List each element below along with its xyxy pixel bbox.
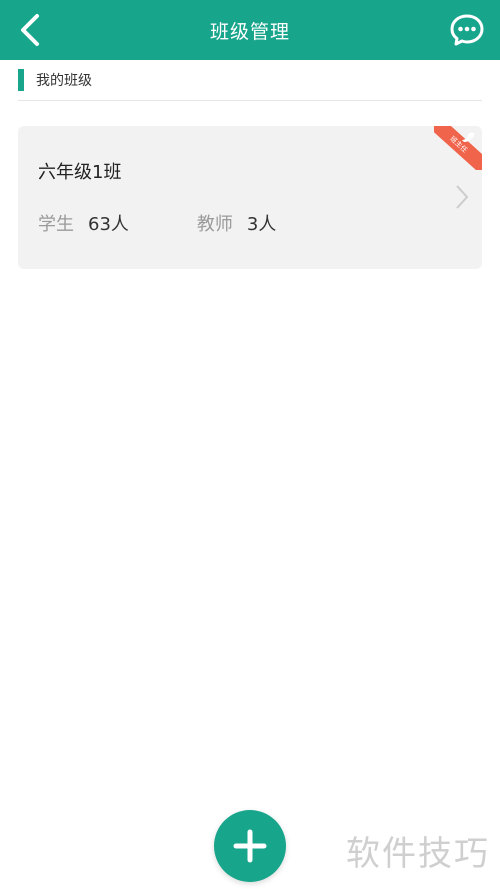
add-class-button[interactable] <box>214 810 286 882</box>
class-stats: 学生 63人 教师 3人 <box>38 210 276 236</box>
role-ribbon: 班主任 <box>434 126 482 170</box>
plus-icon <box>233 829 267 863</box>
watermark-text: 软件技巧 <box>346 834 490 874</box>
chat-bubble-icon <box>450 14 484 46</box>
section-header: 我的班级 <box>18 60 482 101</box>
chevron-right-icon <box>456 185 469 209</box>
back-button[interactable] <box>8 8 52 52</box>
section-title: 我的班级 <box>36 73 92 89</box>
class-card[interactable]: 六年级1班 学生 63人 教师 3人 班主任 <box>18 126 482 269</box>
teachers-count: 3人 <box>246 214 277 235</box>
section-accent-bar <box>18 69 24 91</box>
page-title: 班级管理 <box>209 20 290 43</box>
students-count: 63人 <box>88 214 129 235</box>
teachers-label: 教师 <box>196 214 233 235</box>
class-name: 六年级1班 <box>38 162 122 183</box>
chat-button[interactable] <box>444 8 490 52</box>
app-header: 班级管理 <box>0 0 500 60</box>
bird-icon <box>462 132 474 142</box>
back-chevron-icon <box>21 14 39 46</box>
students-label: 学生 <box>38 214 74 235</box>
